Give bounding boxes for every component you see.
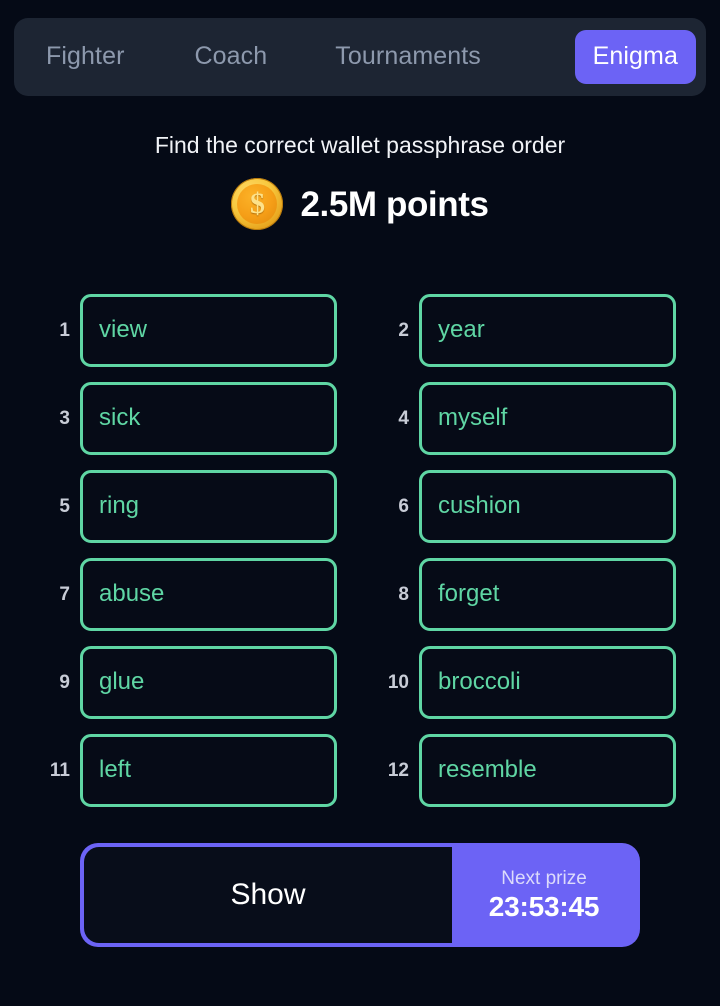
word-label: myself <box>438 404 508 432</box>
prize-amount: 2.5M points <box>300 184 489 224</box>
word-index: 9 <box>59 672 70 693</box>
word-slot: 7 abuse <box>44 558 337 631</box>
word-index: 12 <box>387 760 409 781</box>
word-slot: 2 year <box>383 294 676 367</box>
word-label: abuse <box>99 580 165 608</box>
word-label: sick <box>99 404 141 432</box>
word-slot: 3 sick <box>44 382 337 455</box>
word-box-10[interactable]: broccoli <box>419 646 676 719</box>
word-index: 1 <box>59 320 70 341</box>
word-box-1[interactable]: view <box>80 294 337 367</box>
coin-dollar-icon: $ <box>231 178 284 230</box>
word-slot: 12 resemble <box>383 734 676 807</box>
word-index: 8 <box>398 584 409 605</box>
coin-dollar-glyph: $ <box>249 187 265 220</box>
word-box-3[interactable]: sick <box>80 382 337 455</box>
word-label: broccoli <box>438 668 521 696</box>
tab-coach[interactable]: Coach <box>177 30 286 84</box>
tab-coach-label: Coach <box>194 42 268 71</box>
word-slot: 8 forget <box>383 558 676 631</box>
word-box-2[interactable]: year <box>419 294 676 367</box>
word-box-9[interactable]: glue <box>80 646 337 719</box>
word-label: resemble <box>438 756 537 784</box>
word-index: 6 <box>398 496 409 517</box>
word-index: 11 <box>49 760 70 781</box>
next-prize-label: Next prize <box>501 868 587 889</box>
word-index: 2 <box>398 320 409 341</box>
show-button[interactable]: Show <box>84 847 452 943</box>
show-button-label: Show <box>230 878 306 911</box>
word-box-5[interactable]: ring <box>80 470 337 543</box>
passphrase-word-grid: 1 view 2 year 3 sick 4 myself 5 ring 6 c… <box>44 294 676 807</box>
word-slot: 6 cushion <box>383 470 676 543</box>
tab-fighter[interactable]: Fighter <box>28 30 143 84</box>
word-slot: 9 glue <box>44 646 337 719</box>
tab-tournaments[interactable]: Tournaments <box>317 30 499 84</box>
word-index: 7 <box>59 584 70 605</box>
word-box-11[interactable]: left <box>80 734 337 807</box>
word-slot: 1 view <box>44 294 337 367</box>
word-box-7[interactable]: abuse <box>80 558 337 631</box>
word-index: 5 <box>59 496 70 517</box>
word-index: 10 <box>387 672 409 693</box>
word-index: 3 <box>59 408 70 429</box>
word-label: ring <box>99 492 140 520</box>
word-label: glue <box>99 668 145 696</box>
tab-fighter-label: Fighter <box>46 42 125 71</box>
top-nav-bar: Fighter Coach Tournaments Enigma <box>14 18 706 96</box>
tab-tournaments-label: Tournaments <box>335 42 481 71</box>
tab-enigma[interactable]: Enigma <box>574 30 696 84</box>
word-box-8[interactable]: forget <box>419 558 676 631</box>
next-prize-panel: Next prize 23:53:45 <box>452 847 636 943</box>
next-prize-timer: 23:53:45 <box>488 891 600 922</box>
tab-enigma-label: Enigma <box>592 42 678 71</box>
word-slot: 10 broccoli <box>383 646 676 719</box>
page-title: Find the correct wallet passphrase order <box>154 132 566 158</box>
word-box-6[interactable]: cushion <box>419 470 676 543</box>
word-slot: 5 ring <box>44 470 337 543</box>
bottom-action-bar: Show Next prize 23:53:45 <box>80 843 640 947</box>
word-slot: 4 myself <box>383 382 676 455</box>
word-label: year <box>438 316 485 344</box>
word-label: forget <box>438 580 500 608</box>
word-label: cushion <box>438 492 521 520</box>
word-label: view <box>99 316 148 344</box>
word-slot: 11 left <box>44 734 337 807</box>
word-label: left <box>99 756 132 784</box>
word-box-12[interactable]: resemble <box>419 734 676 807</box>
prize-row: $ 2.5M points <box>0 178 720 230</box>
word-box-4[interactable]: myself <box>419 382 676 455</box>
word-index: 4 <box>398 408 409 429</box>
